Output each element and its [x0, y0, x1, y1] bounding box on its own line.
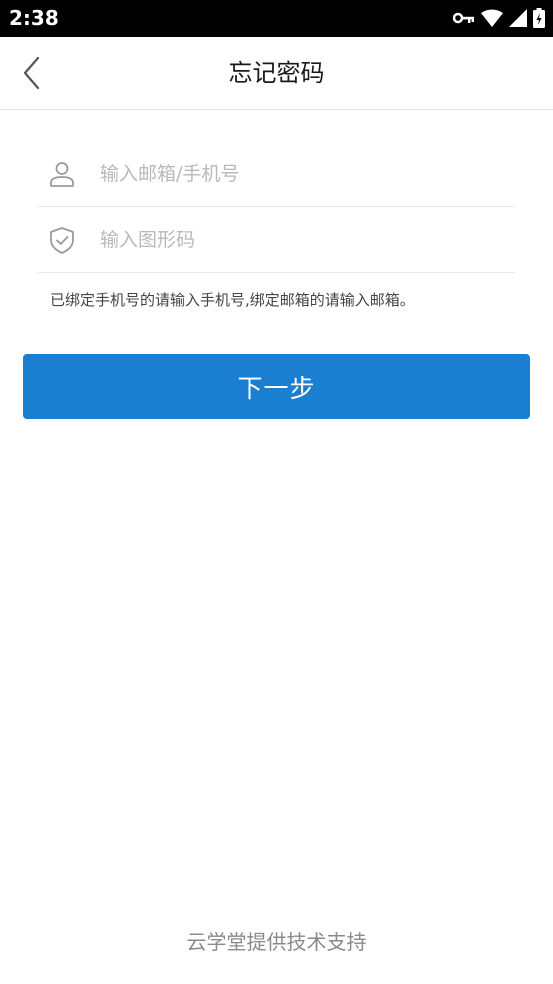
hint-text: 已绑定手机号的请输入手机号,绑定邮箱的请输入邮箱。 [50, 291, 415, 309]
status-bar: 2:38 [0, 0, 553, 37]
next-button[interactable]: 下一步 [23, 354, 530, 419]
chevron-left-icon [23, 56, 40, 90]
app-header: 忘记密码 [0, 37, 553, 110]
account-field [38, 141, 515, 207]
battery-icon [533, 8, 545, 28]
wifi-icon [481, 9, 503, 27]
captcha-input[interactable] [100, 207, 500, 273]
status-time: 2:38 [9, 6, 59, 30]
signal-icon [509, 9, 527, 27]
footer-support-text: 云学堂提供技术支持 [186, 930, 367, 954]
captcha-field [38, 207, 515, 273]
account-input[interactable] [100, 141, 500, 207]
user-icon [50, 162, 74, 187]
shield-check-icon [50, 227, 74, 254]
page-title: 忘记密码 [228, 59, 325, 87]
status-icons [453, 8, 545, 28]
key-icon [453, 11, 475, 25]
back-button[interactable] [14, 55, 50, 91]
